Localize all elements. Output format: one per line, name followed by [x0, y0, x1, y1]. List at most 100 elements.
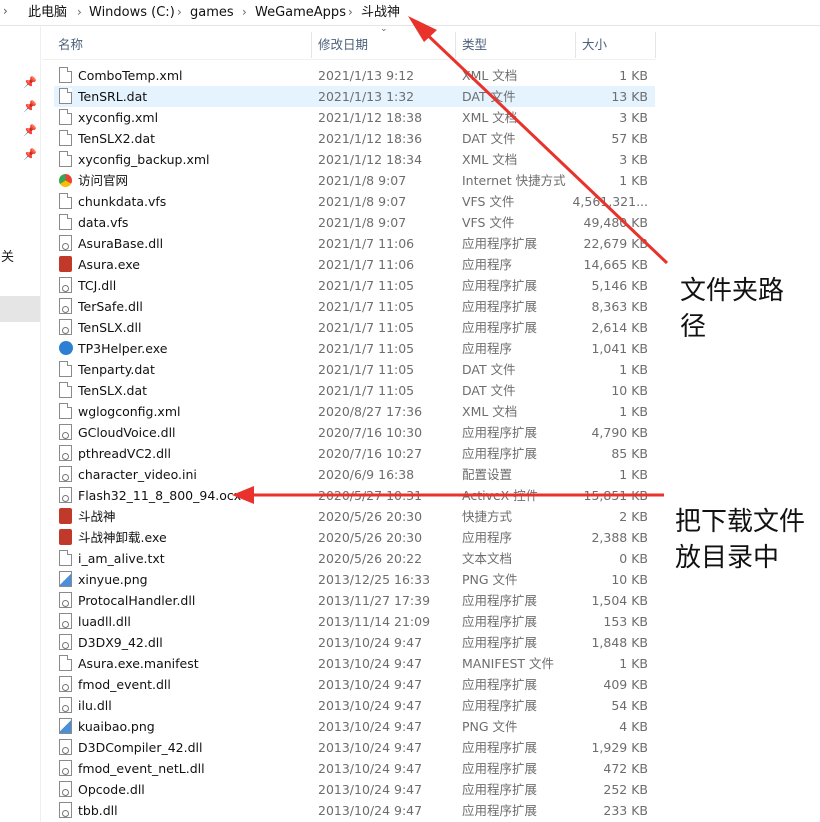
- column-header-size[interactable]: 大小: [582, 32, 607, 58]
- file-name[interactable]: GCloudVoice.dll: [78, 424, 176, 441]
- chevron-right-icon[interactable]: ›: [348, 4, 353, 21]
- file-row[interactable]: D3DCompiler_42.dll 2013/10/24 9:47 应用程序扩展 1…: [54, 737, 655, 758]
- file-name[interactable]: xyconfig.xml: [78, 109, 158, 126]
- chevron-right-icon[interactable]: ›: [177, 4, 182, 21]
- file-row[interactable]: data.vfs 2021/1/8 9:07 VFS 文件 49,480 KB: [54, 212, 655, 233]
- column-divider[interactable]: [455, 32, 456, 58]
- file-name[interactable]: Flash32_11_8_800_94.ocx: [78, 487, 241, 504]
- file-name[interactable]: kuaibao.png: [78, 718, 155, 735]
- file-name[interactable]: ProtocalHandler.dll: [78, 592, 195, 609]
- file-row[interactable]: TenSLX.dat 2021/1/7 11:05 DAT 文件 10 KB: [54, 380, 655, 401]
- file-name[interactable]: TenSLX.dat: [78, 382, 147, 399]
- file-row[interactable]: ComboTemp.xml 2021/1/13 9:12 XML 文档 1 KB: [54, 65, 655, 86]
- chevron-right-icon[interactable]: ›: [3, 4, 8, 18]
- file-name[interactable]: Opcode.dll: [78, 781, 145, 798]
- file-row[interactable]: luadll.dll 2013/11/14 21:09 应用程序扩展 153 KB: [54, 611, 655, 632]
- file-row[interactable]: wglogconfig.xml 2020/8/27 17:36 XML 文档 1 KB: [54, 401, 655, 422]
- file-row[interactable]: 斗战神 2020/5/26 20:30 快捷方式 2 KB: [54, 506, 655, 527]
- file-name[interactable]: i_am_alive.txt: [78, 550, 165, 567]
- file-row[interactable]: TP3Helper.exe 2021/1/7 11:05 应用程序 1,041 KB: [54, 338, 655, 359]
- file-row[interactable]: xyconfig_backup.xml 2021/1/12 18:34 XML 文档…: [54, 149, 655, 170]
- file-row[interactable]: TenSRL.dat 2021/1/13 1:32 DAT 文件 13 KB: [54, 86, 655, 107]
- breadcrumb-current-folder[interactable]: 斗战神: [361, 4, 400, 21]
- file-name[interactable]: fmod_event_netL.dll: [78, 760, 205, 777]
- address-bar[interactable]: › 此电脑 › Windows (C:) › games › WeGameApp…: [0, 0, 820, 26]
- file-row[interactable]: pthreadVC2.dll 2020/7/16 10:27 应用程序扩展 85 KB: [54, 443, 655, 464]
- file-name[interactable]: pthreadVC2.dll: [78, 445, 171, 462]
- nav-item-selected[interactable]: [0, 296, 40, 322]
- file-row[interactable]: Flash32_11_8_800_94.ocx 2020/5/27 10:31 Ac…: [54, 485, 655, 506]
- file-name[interactable]: Asura.exe: [78, 256, 140, 273]
- file-name[interactable]: luadll.dll: [78, 613, 131, 630]
- file-name[interactable]: chunkdata.vfs: [78, 193, 166, 210]
- file-name[interactable]: xinyue.png: [78, 571, 148, 588]
- column-header-type[interactable]: 类型: [462, 32, 487, 58]
- file-row[interactable]: character_video.ini 2020/6/9 16:38 配置设置 1 K…: [54, 464, 655, 485]
- file-name[interactable]: 访问官网: [78, 172, 128, 189]
- file-row[interactable]: Asura.exe 2021/1/7 11:06 应用程序 14,665 KB: [54, 254, 655, 275]
- file-name[interactable]: 斗战神卸载.exe: [78, 529, 167, 546]
- column-divider[interactable]: [575, 32, 576, 58]
- file-name[interactable]: D3DCompiler_42.dll: [78, 739, 202, 756]
- column-divider[interactable]: [655, 32, 656, 58]
- file-row[interactable]: 访问官网 2021/1/8 9:07 Internet 快捷方式 1 KB: [54, 170, 655, 191]
- file-row[interactable]: TerSafe.dll 2021/1/7 11:05 应用程序扩展 8,363 KB: [54, 296, 655, 317]
- file-row[interactable]: Tenparty.dat 2021/1/7 11:05 DAT 文件 1 KB: [54, 359, 655, 380]
- breadcrumb-drive-c[interactable]: Windows (C:): [89, 4, 175, 21]
- column-header-date[interactable]: 修改日期: [318, 32, 368, 58]
- file-name[interactable]: fmod_event.dll: [78, 676, 171, 693]
- file-name[interactable]: TenSLX2.dat: [78, 130, 155, 147]
- file-name[interactable]: data.vfs: [78, 214, 128, 231]
- file-row[interactable]: i_am_alive.txt 2020/5/26 20:22 文本文档 0 KB: [54, 548, 655, 569]
- file-row[interactable]: TCJ.dll 2021/1/7 11:05 应用程序扩展 5,146 KB: [54, 275, 655, 296]
- file-row[interactable]: TenSLX.dll 2021/1/7 11:05 应用程序扩展 2,614 KB: [54, 317, 655, 338]
- file-size: 4,790 KB: [591, 425, 648, 440]
- file-name[interactable]: TenSRL.dat: [78, 88, 147, 105]
- game-exe-icon: [59, 529, 72, 545]
- file-name[interactable]: ComboTemp.xml: [78, 67, 182, 84]
- breadcrumb-wegameapps[interactable]: WeGameApps: [255, 4, 346, 21]
- file-row[interactable]: xyconfig.xml 2021/1/12 18:38 XML 文档 3 KB: [54, 107, 655, 128]
- file-modified-date: 2013/10/24 9:47: [318, 656, 423, 671]
- breadcrumb-games[interactable]: games: [190, 4, 234, 21]
- file-row[interactable]: kuaibao.png 2013/10/24 9:47 PNG 文件 4 KB: [54, 716, 655, 737]
- file-name[interactable]: 斗战神: [78, 508, 116, 525]
- file-size: 15,851 KB: [583, 488, 648, 503]
- file-row[interactable]: Asura.exe.manifest 2013/10/24 9:47 MANIFES…: [54, 653, 655, 674]
- file-name[interactable]: Asura.exe.manifest: [78, 655, 199, 672]
- file-row[interactable]: AsuraBase.dll 2021/1/7 11:06 应用程序扩展 22,679 …: [54, 233, 655, 254]
- file-name[interactable]: D3DX9_42.dll: [78, 634, 163, 651]
- file-row[interactable]: tbb.dll 2013/10/24 9:47 应用程序扩展 233 KB: [54, 800, 655, 821]
- file-name[interactable]: AsuraBase.dll: [78, 235, 163, 252]
- file-name[interactable]: TP3Helper.exe: [78, 340, 167, 357]
- file-name[interactable]: Tenparty.dat: [78, 361, 155, 378]
- file-row[interactable]: 斗战神卸载.exe 2020/5/26 20:30 应用程序 2,388 KB: [54, 527, 655, 548]
- file-name[interactable]: ilu.dll: [78, 697, 112, 714]
- file-row[interactable]: fmod_event_netL.dll 2013/10/24 9:47 应用程序扩展…: [54, 758, 655, 779]
- column-header-name[interactable]: 名称: [58, 32, 83, 58]
- file-row[interactable]: ProtocalHandler.dll 2013/11/27 17:39 应用程序扩…: [54, 590, 655, 611]
- breadcrumb-this-pc[interactable]: 此电脑: [28, 4, 67, 21]
- file-name[interactable]: TerSafe.dll: [78, 298, 143, 315]
- file-name[interactable]: xyconfig_backup.xml: [78, 151, 210, 168]
- column-divider[interactable]: [311, 32, 312, 58]
- file-row[interactable]: Opcode.dll 2013/10/24 9:47 应用程序扩展 252 KB: [54, 779, 655, 800]
- file-row[interactable]: xinyue.png 2013/12/25 16:33 PNG 文件 10 KB: [54, 569, 655, 590]
- chevron-right-icon[interactable]: ›: [242, 4, 247, 21]
- navigation-pane[interactable]: 📌 📌 📌 📌 目关: [0, 26, 41, 822]
- file-name[interactable]: character_video.ini: [78, 466, 197, 483]
- chevron-down-icon[interactable]: ⌄: [380, 24, 388, 34]
- file-row[interactable]: fmod_event.dll 2013/10/24 9:47 应用程序扩展 409 K…: [54, 674, 655, 695]
- file-row[interactable]: ilu.dll 2013/10/24 9:47 应用程序扩展 54 KB: [54, 695, 655, 716]
- file-name[interactable]: TCJ.dll: [78, 277, 116, 294]
- file-size: 13 KB: [611, 89, 648, 104]
- file-name[interactable]: tbb.dll: [78, 802, 118, 819]
- file-row[interactable]: D3DX9_42.dll 2013/10/24 9:47 应用程序扩展 1,848 K…: [54, 632, 655, 653]
- file-name[interactable]: wglogconfig.xml: [78, 403, 180, 420]
- file-row[interactable]: GCloudVoice.dll 2020/7/16 10:30 应用程序扩展 4,79…: [54, 422, 655, 443]
- file-name[interactable]: TenSLX.dll: [78, 319, 141, 336]
- file-row[interactable]: TenSLX2.dat 2021/1/12 18:36 DAT 文件 57 KB: [54, 128, 655, 149]
- nav-item-label[interactable]: 目关: [0, 246, 14, 265]
- file-row[interactable]: chunkdata.vfs 2021/1/8 9:07 VFS 文件 4,561,32…: [54, 191, 655, 212]
- chevron-right-icon[interactable]: ›: [77, 4, 82, 21]
